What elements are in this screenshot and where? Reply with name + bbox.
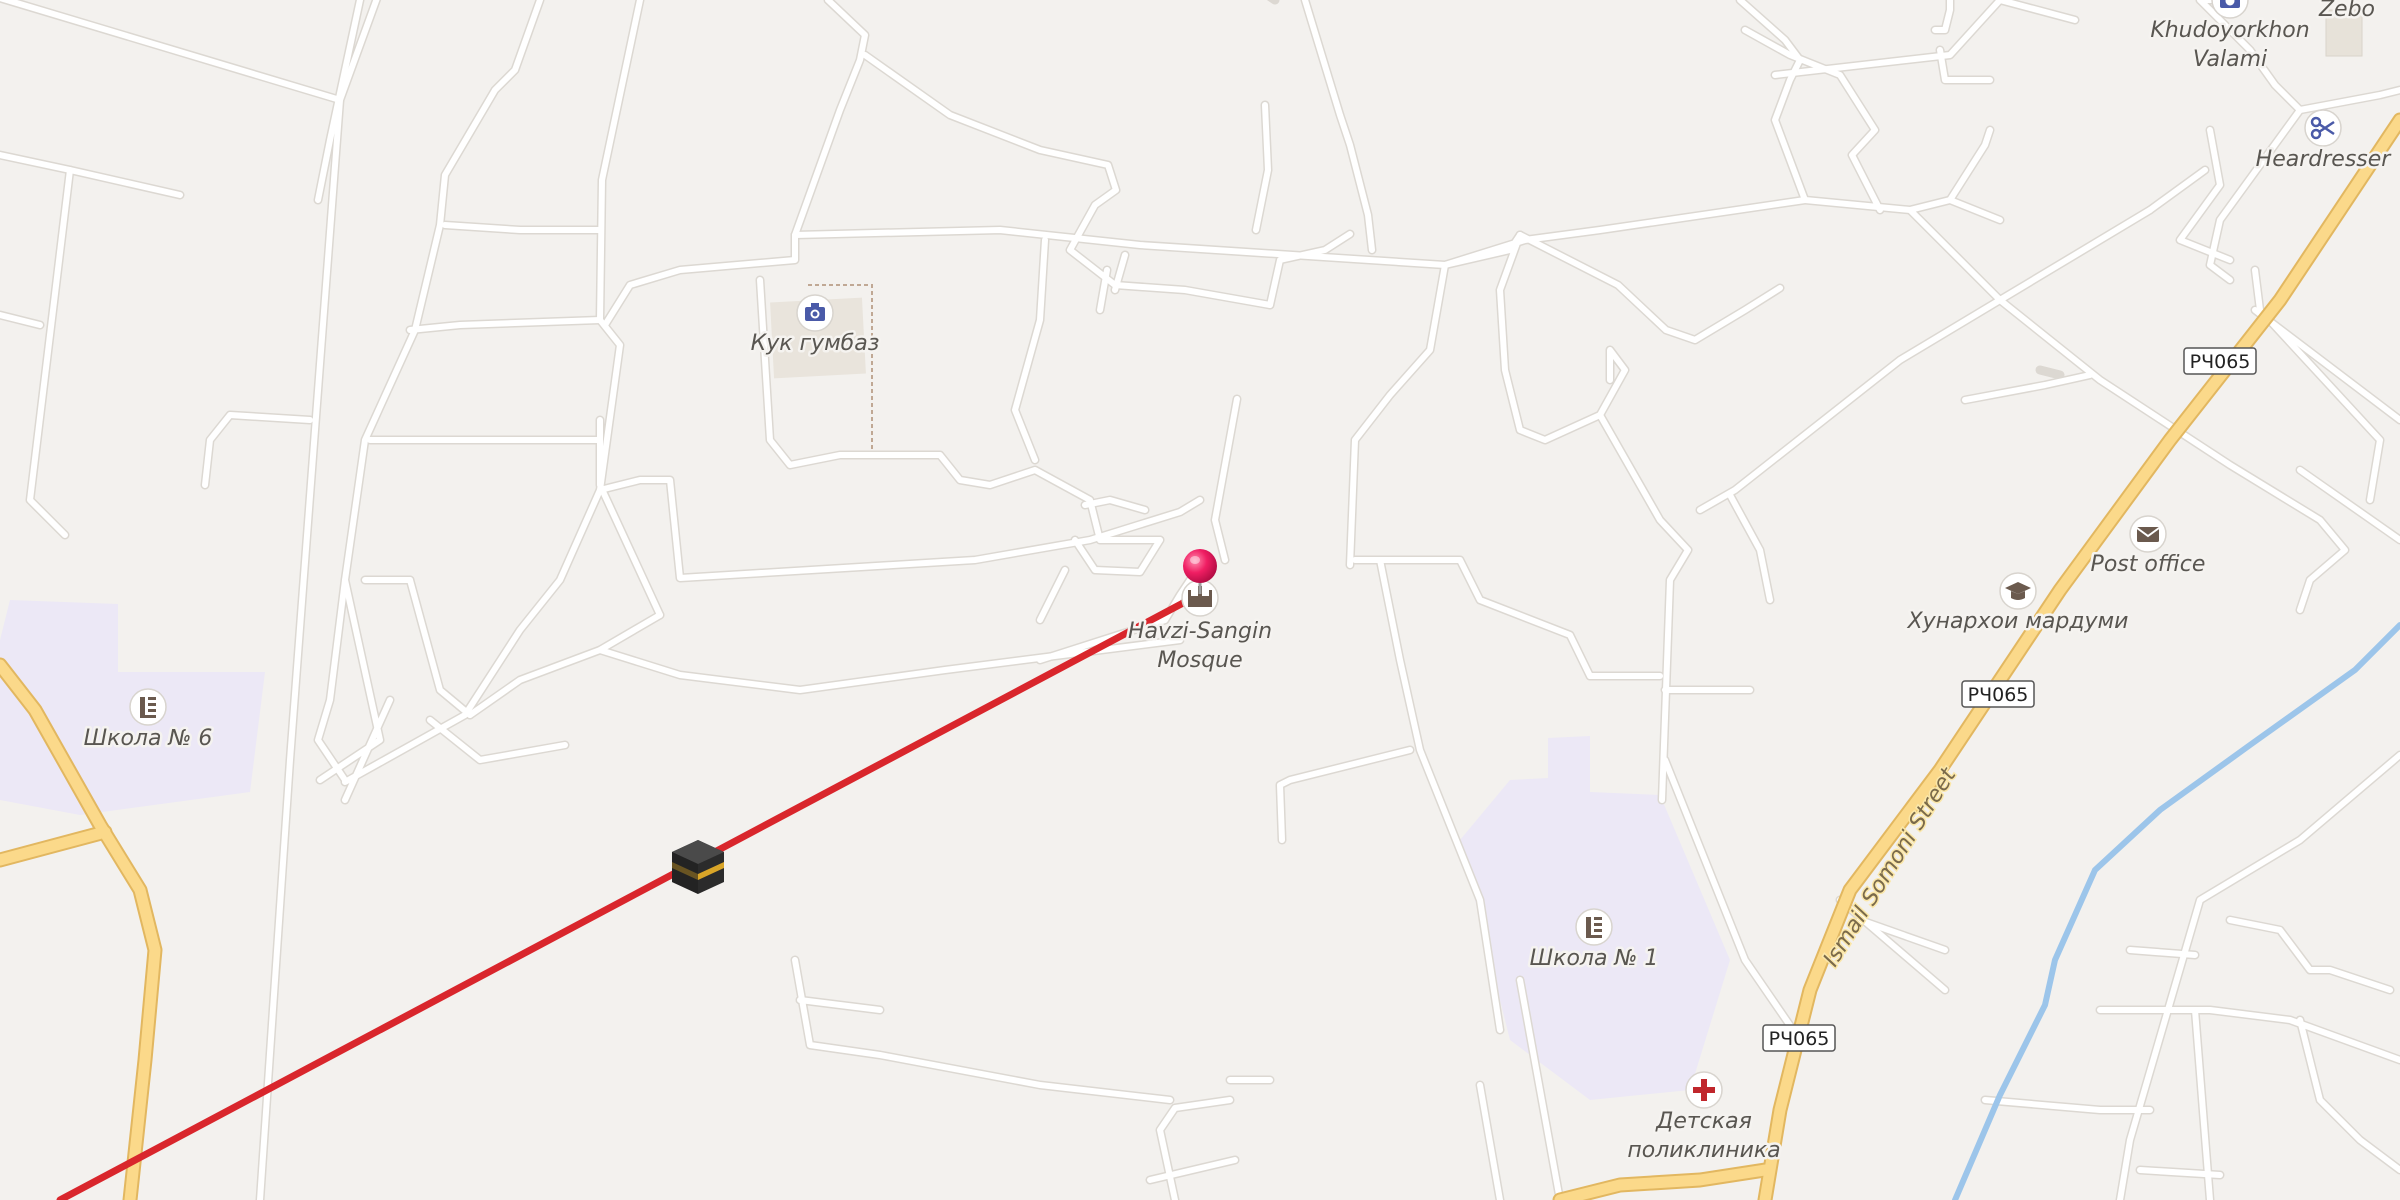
scissors-icon <box>2304 109 2342 147</box>
svg-text:РЧ065: РЧ065 <box>1769 1028 1830 1050</box>
envelope-icon <box>2129 515 2167 553</box>
poi-label: Кук гумбаз <box>751 331 880 356</box>
camera-icon <box>796 294 834 332</box>
graduation-cap-icon <box>1999 572 2037 610</box>
poi-label-line-1: Khudoyorkhon <box>2150 18 2309 43</box>
school-icon <box>1575 908 1613 946</box>
road-shield: РЧ065 <box>1762 1024 1836 1052</box>
poi-label: Школа № 6 <box>84 726 213 751</box>
poi-zebo[interactable]: Zebo <box>2315 0 2377 25</box>
poi-label-line-1: Havzi-Sangin <box>1128 619 1272 644</box>
school-icon <box>129 688 167 726</box>
poi-label-line-1: Детская <box>1655 1109 1752 1134</box>
poi-label-line-2: Mosque <box>1157 648 1242 673</box>
poi-label: Heardresser <box>2256 147 2393 172</box>
map-canvas[interactable]: Ismail Somoni Street РЧ065 РЧ065 РЧ065 К… <box>0 0 2400 1200</box>
poi-label-line-2: поликлиника <box>1627 1138 1780 1163</box>
road-shield: РЧ065 <box>1961 680 2035 708</box>
svg-text:РЧ065: РЧ065 <box>2190 351 2251 373</box>
road-shield: РЧ065 <box>2183 347 2257 375</box>
poi-label: Post office <box>2091 552 2206 577</box>
svg-text:РЧ065: РЧ065 <box>1968 684 2029 706</box>
medical-cross-icon <box>1685 1071 1723 1109</box>
poi-label: Школа № 1 <box>1530 946 1659 971</box>
poi-label-line-2: Valami <box>2193 47 2267 72</box>
poi-label: Zebo <box>2318 0 2375 22</box>
poi-label: Хунархои мардуми <box>1907 609 2129 634</box>
